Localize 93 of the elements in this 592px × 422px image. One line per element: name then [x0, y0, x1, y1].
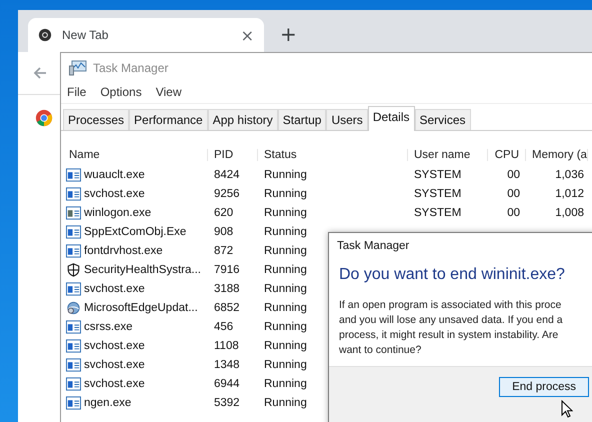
app-window-icon [66, 396, 81, 410]
status-cell-text: Running [263, 206, 307, 218]
tab[interactable]: Details [368, 106, 414, 131]
shield-icon [66, 262, 81, 276]
pid-cell-text: 5392 [213, 396, 240, 408]
pid-cell-text: 3188 [213, 282, 240, 294]
tab[interactable]: Startup [278, 109, 326, 130]
dialog-title: Task Manager [336, 239, 410, 252]
status-cell-text: Running [263, 340, 307, 352]
process-name: fontdrvhost.exe [84, 244, 163, 256]
process-name: svchost.exe [84, 340, 145, 352]
column-header[interactable]: Status [258, 149, 408, 161]
tab[interactable]: Services [414, 109, 471, 130]
menu-item[interactable]: Options [100, 85, 142, 99]
menu-item[interactable]: View [156, 85, 182, 99]
column-header[interactable]: Name [63, 149, 208, 161]
user-cell-text: SYSTEM [413, 168, 462, 180]
user-cell-text: SYSTEM [413, 188, 462, 200]
memory-cell-text: 1,008 [554, 206, 585, 218]
pid-cell-text: 6852 [213, 302, 240, 314]
process-name: svchost.exe [84, 378, 145, 390]
dialog-text: want to continue? [339, 343, 422, 358]
memory-cell-text: 1,012 [554, 188, 585, 200]
browser-logo-icon [38, 28, 52, 42]
browser-tab[interactable]: New Tab × [28, 18, 264, 52]
close-tab-button[interactable]: × [240, 26, 254, 44]
pid-cell-text: 872 [213, 244, 234, 256]
app-window-icon [66, 186, 81, 200]
tab[interactable]: App history [208, 109, 278, 130]
tab[interactable]: Processes [63, 109, 130, 130]
status-cell-text: Running [263, 320, 307, 332]
end-process-button[interactable]: End process [499, 377, 589, 397]
pid-cell-text: 7916 [213, 264, 240, 276]
column-header[interactable]: CPU [488, 149, 526, 161]
tab[interactable]: Performance [129, 109, 208, 130]
process-name: MicrosoftEdgeUpdat... [84, 302, 198, 314]
column-header[interactable]: User name [408, 149, 488, 161]
pid-cell-text: 9256 [213, 188, 240, 200]
monitor-icon [69, 60, 87, 76]
process-name: svchost.exe [84, 188, 145, 200]
app-window-icon [66, 244, 81, 258]
memory-cell-text: 1,036 [554, 168, 585, 180]
cpu-cell-text: 00 [506, 188, 521, 200]
globe-update-icon [66, 300, 81, 314]
app-window-icon [66, 168, 81, 182]
pid-cell-text: 8424 [213, 168, 240, 180]
column-header[interactable]: PID [208, 149, 258, 161]
pid-cell-text: 620 [213, 206, 234, 218]
dialog-text: If an open program is associated with this proce [339, 298, 562, 313]
pid-cell-text: 1348 [213, 358, 240, 370]
dialog-heading: Do you want to end wininit.exe? [338, 265, 566, 284]
status-cell-text: Running [263, 226, 307, 238]
menu-item[interactable]: File [67, 85, 86, 99]
status-cell-text: Running [263, 264, 307, 276]
status-cell-text: Running [263, 302, 307, 314]
mouse-cursor-icon [561, 400, 573, 418]
back-icon[interactable] [32, 65, 48, 81]
process-name: csrss.exe [84, 320, 133, 332]
app-window-icon [66, 206, 81, 220]
new-tab-button[interactable]: + [280, 22, 297, 46]
process-name: SecurityHealthSystra... [84, 264, 201, 276]
app-window-icon [66, 338, 81, 352]
process-name: SppExtComObj.Exe [84, 226, 186, 238]
app-window-icon [66, 282, 81, 296]
dialog-text: and you will lose any unsaved data. If you end a [339, 313, 564, 328]
app-window-icon [66, 376, 81, 390]
window-title: Task Manager [93, 61, 168, 75]
pid-cell-text: 1108 [213, 340, 239, 352]
status-cell-text: Running [263, 188, 307, 200]
cpu-cell-text: 00 [506, 206, 521, 218]
process-name: svchost.exe [84, 358, 145, 370]
status-cell-text: Running [263, 168, 307, 180]
pid-cell-text: 908 [213, 226, 234, 238]
status-cell-text: Running [263, 244, 307, 256]
process-name: ngen.exe [84, 396, 132, 408]
user-cell-text: SYSTEM [413, 206, 462, 218]
status-cell-text: Running [263, 378, 307, 390]
process-name: wuauclt.exe [84, 168, 145, 180]
process-name: svchost.exe [84, 282, 145, 294]
column-header[interactable]: Memory (a [526, 149, 588, 161]
tab[interactable]: Users [326, 109, 368, 130]
status-cell-text: Running [263, 282, 307, 294]
pid-cell-text: 6944 [213, 378, 240, 390]
dialog-text: process, it might result in system instability. Are [339, 328, 560, 343]
app-window-icon [66, 320, 81, 334]
cpu-cell-text: 00 [506, 168, 521, 180]
app-window-icon [66, 358, 81, 372]
pid-cell-text: 456 [213, 320, 234, 332]
app-window-icon [66, 224, 81, 238]
process-name: winlogon.exe [84, 206, 152, 218]
status-cell-text: Running [263, 358, 307, 370]
status-cell-text: Running [263, 396, 307, 408]
browser-logo-icon[interactable] [35, 109, 53, 127]
